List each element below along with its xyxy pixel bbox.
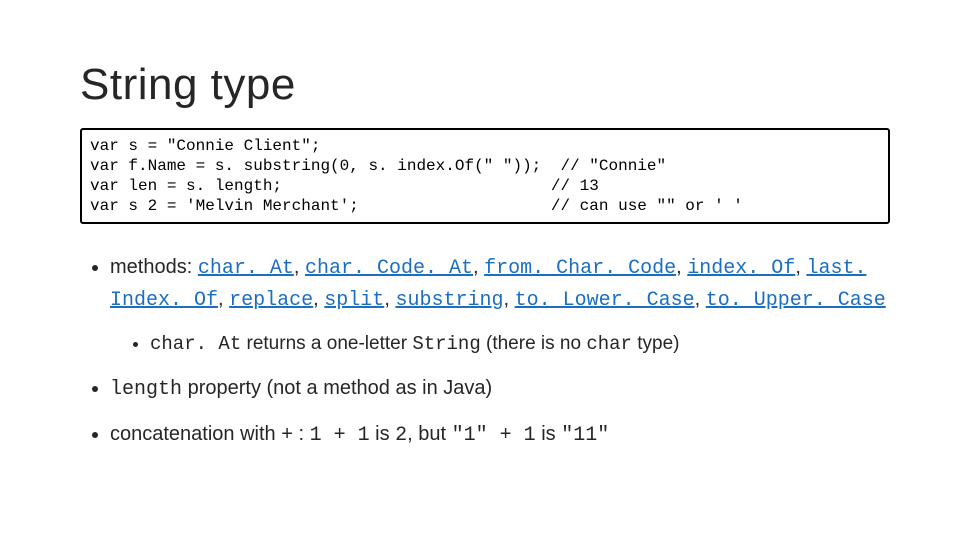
text-tail2: type) [632,333,680,354]
concat-mid2: , but [407,423,451,445]
concat-c1: 1 + 1 [310,424,370,447]
text-length: property (not a method as in Java) [182,377,492,399]
concat-pre: concatenation with + : [110,423,310,445]
link-replace[interactable]: replace [229,289,313,312]
methods-prefix: methods: [110,256,198,278]
code-block: var s = "Connie Client"; var f.Name = s.… [80,128,890,224]
text-tail: (there is no [481,333,587,354]
bullet-charat-note: char. At returns a one-letter String (th… [150,330,890,359]
bullet-methods: methods: char. At, char. Code. At, from.… [110,252,890,359]
bullet-length: length property (not a method as in Java… [110,373,890,405]
concat-c2: 2 [395,424,407,447]
slide-title: String type [80,60,890,110]
bullet-list: methods: char. At, char. Code. At, from.… [80,252,890,451]
code-length: length [110,378,182,401]
link-indexOf[interactable]: index. Of [687,257,795,280]
concat-c4: "11" [561,424,609,447]
sub-bullet-list: char. At returns a one-letter String (th… [110,330,890,359]
link-substring[interactable]: substring [395,289,503,312]
code-String: String [412,333,480,355]
code-char: char [586,333,632,355]
concat-mid1: is [370,423,396,445]
text-mid: returns a one-letter [241,333,412,354]
bullet-concat: concatenation with + : 1 + 1 is 2, but "… [110,419,890,451]
code-charAt: char. At [150,333,241,355]
slide: String type var s = "Connie Client"; var… [0,0,960,451]
link-split[interactable]: split [324,289,384,312]
link-toLowerCase[interactable]: to. Lower. Case [515,289,695,312]
link-charCodeAt[interactable]: char. Code. At [305,257,473,280]
link-toUpperCase[interactable]: to. Upper. Case [706,289,886,312]
link-charAt[interactable]: char. At [198,257,294,280]
concat-mid3: is [536,423,562,445]
concat-c3: "1" + 1 [452,424,536,447]
link-fromCharCode[interactable]: from. Char. Code [484,257,676,280]
